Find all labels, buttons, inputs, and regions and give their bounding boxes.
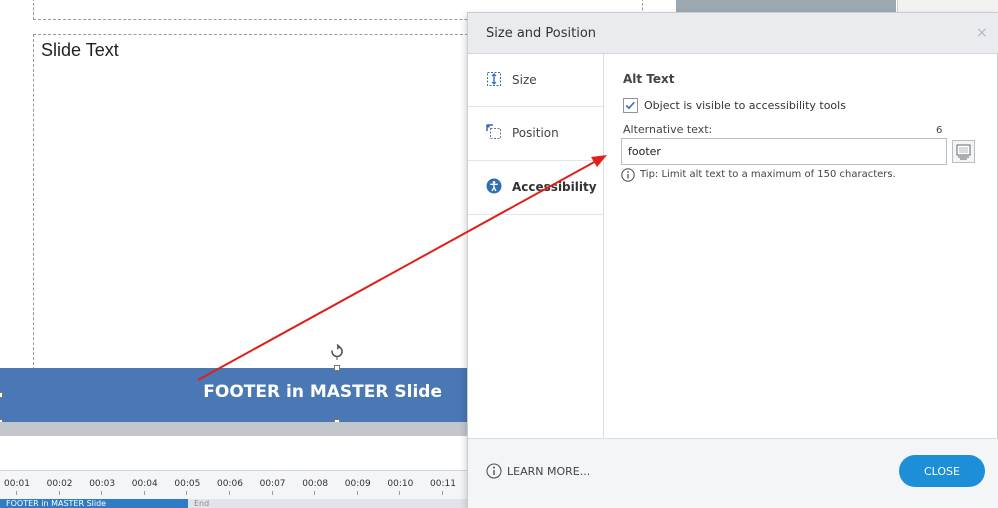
timeline-tick-mark: [271, 491, 273, 495]
timeline-tick-label: 00:11: [430, 479, 456, 489]
footer-shape[interactable]: FOOTER in MASTER Slide: [0, 368, 470, 422]
accessibility-panel: Alt Text Object is visible to accessibil…: [604, 54, 998, 439]
timeline-tick-mark: [143, 491, 145, 495]
slide-text-placeholder[interactable]: [33, 34, 473, 370]
timeline-tick-label: 00:04: [131, 479, 158, 489]
selection-handle-left[interactable]: [0, 392, 3, 398]
alternative-text-label: Alternative text:: [623, 123, 713, 136]
accessibility-visible-checkbox[interactable]: [623, 98, 638, 113]
timeline-tick-mark: [58, 491, 60, 495]
timeline-tick-label: 00:05: [174, 479, 201, 489]
timeline-tick-mark: [442, 491, 443, 495]
character-count: 6: [936, 125, 943, 136]
library-icon: [956, 144, 971, 160]
checkmark-icon: [625, 101, 635, 110]
position-icon: [486, 124, 501, 139]
rotate-handle-icon[interactable]: [329, 344, 345, 360]
timeline-tick-mark: [356, 491, 358, 495]
timeline-tick-label: 00:01: [4, 479, 30, 489]
nav-item-accessibility[interactable]: Accessibility: [468, 161, 603, 214]
accessibility-visible-label: Object is visible to accessibility tools: [644, 99, 846, 112]
app-window: Slide Text FOOTER in MASTER Slide 00:01 0…: [0, 0, 998, 508]
timeline-tick-label: 00:03: [89, 479, 116, 489]
learn-more-link[interactable]: LEARN MORE...: [507, 465, 590, 478]
close-icon[interactable]: ×: [976, 25, 988, 41]
dialog-footer: LEARN MORE... CLOSE: [468, 438, 998, 508]
nav-item-size[interactable]: Size: [468, 54, 603, 106]
timeline-tick-label: 00:07: [259, 479, 286, 489]
timeline-tick-mark: [186, 491, 188, 495]
nav-label-accessibility: Accessibility: [512, 180, 597, 194]
size-and-position-dialog: Size and Position × Size Position Access…: [467, 12, 998, 508]
size-icon: [487, 72, 501, 86]
timeline-end-label: End: [194, 499, 210, 508]
dialog-title: Size and Position: [486, 26, 597, 41]
timeline-tick-mark: [16, 491, 17, 495]
timeline-tick-label: 00:10: [387, 479, 414, 489]
timeline[interactable]: 00:01 00:02 00:03 00:04 00:05 00:06 00:07 00:08…: [0, 470, 470, 508]
timeline-tick-mark: [399, 491, 401, 495]
nav-label-position: Position: [512, 126, 559, 140]
accessibility-icon: [486, 178, 502, 194]
nav-label-size: Size: [512, 73, 537, 87]
timeline-tick-label: 00:09: [344, 479, 371, 489]
slide-bottom-band: [0, 422, 470, 436]
timeline-tick-mark: [314, 491, 316, 495]
timeline-tick-mark: [101, 491, 103, 495]
alternative-text-input[interactable]: [621, 138, 947, 165]
timeline-ruler[interactable]: 00:01 00:02 00:03 00:04 00:05 00:06 00:07 00:08…: [0, 471, 470, 495]
dialog-header[interactable]: Size and Position ×: [468, 13, 998, 54]
timeline-tick-mark: [229, 491, 230, 495]
slide-text-label: Slide Text: [41, 40, 119, 60]
dialog-nav: Size Position Accessibility: [468, 54, 604, 439]
info-icon[interactable]: [486, 463, 502, 479]
alt-text-section-title: Alt Text: [623, 72, 675, 86]
alt-text-tip: Tip: Limit alt text to a maximum of 150 …: [640, 169, 896, 180]
footer-text: FOOTER in MASTER Slide: [203, 382, 442, 402]
nav-item-position[interactable]: Position: [468, 107, 603, 159]
selection-handle-top[interactable]: [334, 365, 340, 371]
timeline-tick-label: 00:08: [302, 479, 329, 489]
nav-divider: [468, 214, 603, 215]
library-button[interactable]: [952, 140, 975, 163]
timeline-tick-label: 00:02: [46, 479, 73, 489]
timeline-tick-label: 00:06: [217, 479, 243, 489]
timeline-track-footer[interactable]: FOOTER in MASTER Slide: [0, 499, 188, 508]
info-icon: [621, 168, 635, 182]
close-button[interactable]: CLOSE: [899, 455, 985, 487]
